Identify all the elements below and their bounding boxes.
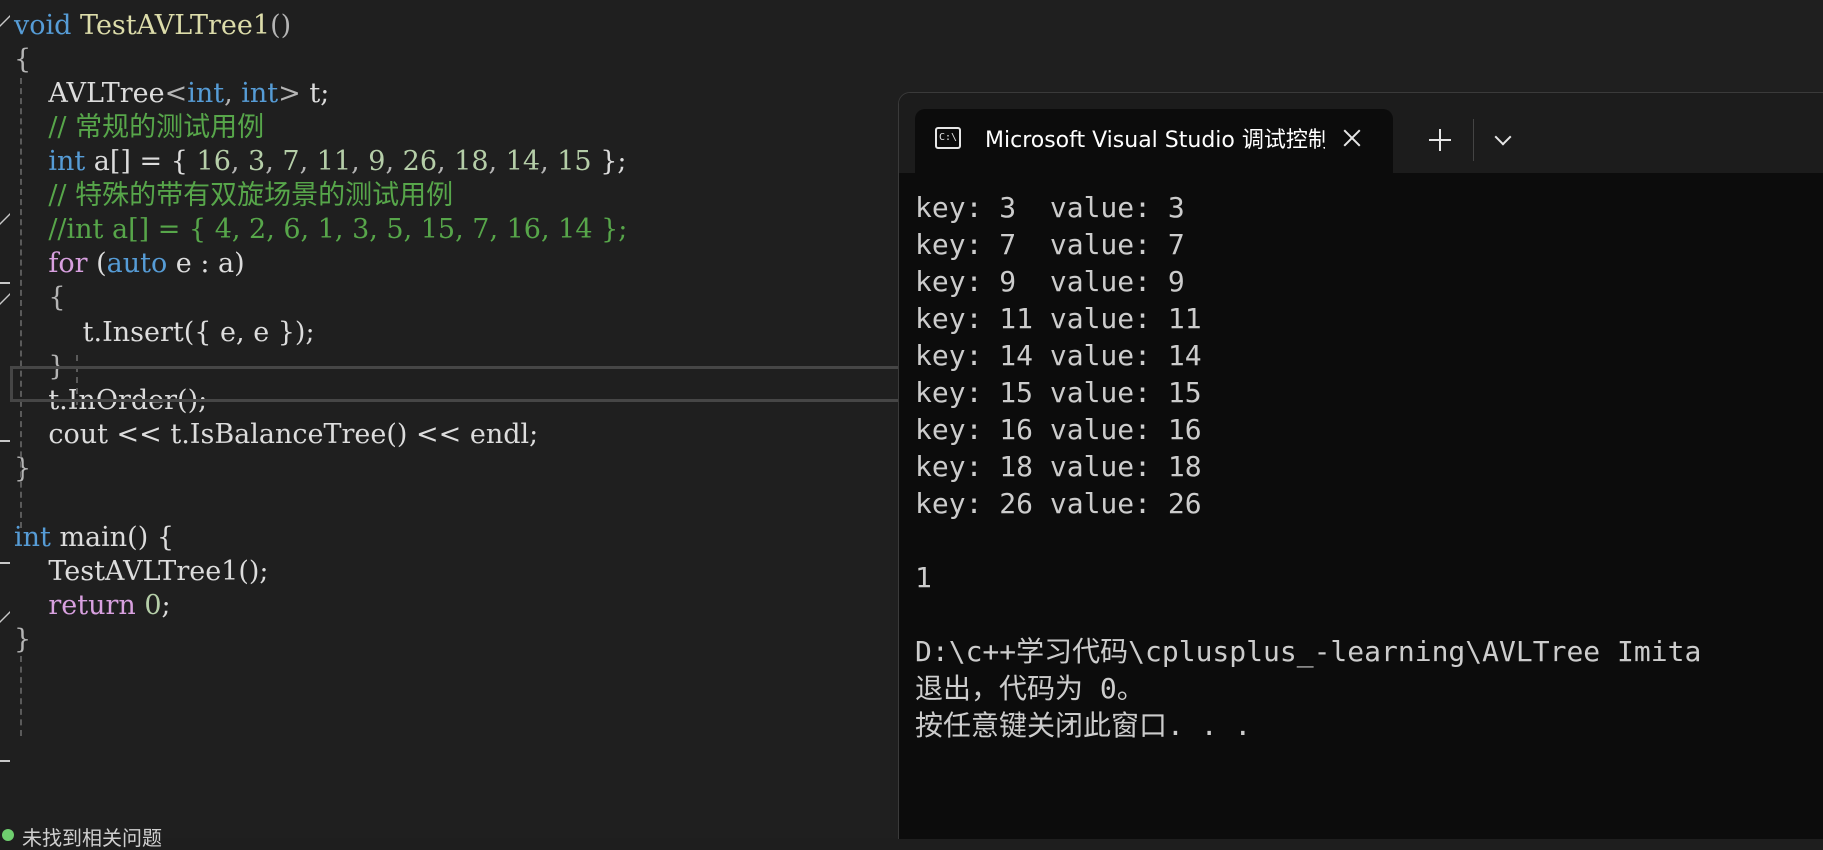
code-token: TestAVLTree1 bbox=[80, 10, 271, 41]
console-line: key: 14 value: 14 bbox=[915, 339, 1202, 372]
code-line[interactable]: return 0; bbox=[14, 586, 171, 625]
status-ok-icon bbox=[2, 829, 14, 841]
debug-console-window[interactable]: C:\ Microsoft Visual Studio 调试控制台 key: 3… bbox=[898, 92, 1823, 839]
code-token: 14 bbox=[505, 146, 541, 177]
code-token: 15 bbox=[557, 146, 592, 177]
console-line: key: 9 value: 9 bbox=[915, 265, 1185, 298]
code-token: // 常规的测试用例 bbox=[14, 112, 265, 143]
code-token: () bbox=[270, 10, 292, 41]
code-token: () << endl; bbox=[386, 419, 539, 450]
code-token: auto bbox=[106, 248, 168, 279]
code-token: 7 bbox=[282, 146, 300, 177]
code-token: e : a) bbox=[167, 248, 245, 279]
code-token: a[] = { bbox=[85, 146, 197, 177]
window-titlebar[interactable]: C:\ Microsoft Visual Studio 调试控制台 bbox=[899, 93, 1823, 173]
code-token: int bbox=[48, 146, 86, 177]
fold-end-marker bbox=[0, 440, 10, 442]
console-line: 退出，代码为 0。 bbox=[915, 672, 1145, 705]
code-token: IsBalanceTree bbox=[189, 419, 387, 450]
plus-icon[interactable] bbox=[1425, 125, 1455, 155]
code-token: 18 bbox=[454, 146, 489, 177]
code-token: //int a[] = { 4, 2, 6, 1, 3, 5, 15, 7, 1… bbox=[14, 214, 628, 245]
console-line: key: 26 value: 26 bbox=[915, 487, 1202, 520]
indent-guide bbox=[20, 656, 22, 736]
status-text: 未找到相关问题 bbox=[22, 826, 162, 850]
console-line: key: 18 value: 18 bbox=[915, 450, 1202, 483]
console-line: key: 11 value: 11 bbox=[915, 302, 1202, 335]
fold-toggle-icon[interactable] bbox=[0, 611, 10, 633]
console-line: D:\c++学习代码\cplusplus_-learning\AVLTree I… bbox=[915, 635, 1702, 668]
code-token: { bbox=[14, 44, 32, 75]
code-line[interactable]: void TestAVLTree1() bbox=[14, 6, 291, 45]
console-output[interactable]: key: 3 value: 3 key: 7 value: 7 key: 9 val… bbox=[915, 189, 1823, 744]
code-token: AVLTree bbox=[14, 78, 165, 109]
console-line: key: 16 value: 16 bbox=[915, 413, 1202, 446]
code-token: 3 bbox=[248, 146, 266, 177]
code-token: 0 bbox=[144, 590, 162, 621]
code-token: return bbox=[48, 590, 136, 621]
code-token: , bbox=[385, 146, 403, 177]
code-token: int bbox=[241, 78, 279, 109]
code-token: t. bbox=[14, 317, 103, 348]
code-token: void bbox=[14, 10, 72, 41]
console-app-icon-label: C:\ bbox=[939, 132, 958, 143]
code-token: main() { bbox=[50, 522, 175, 553]
code-token: 11 bbox=[316, 146, 352, 177]
code-token: TestAVLTree1 bbox=[14, 556, 239, 587]
tab-title: Microsoft Visual Studio 调试控制台 bbox=[985, 128, 1325, 153]
chevron-down-icon[interactable] bbox=[1489, 125, 1519, 155]
code-token: int bbox=[187, 78, 225, 109]
code-token: , bbox=[488, 146, 506, 177]
code-token: (); bbox=[238, 556, 269, 587]
console-line: 按任意键关闭此窗口. . . bbox=[915, 709, 1252, 742]
indent-guide bbox=[20, 78, 22, 528]
close-icon[interactable] bbox=[1339, 125, 1365, 151]
code-token: ({ e, e }); bbox=[183, 317, 315, 348]
console-line: 1 bbox=[915, 561, 932, 594]
console-line: key: 15 value: 15 bbox=[915, 376, 1202, 409]
code-token: , bbox=[265, 146, 283, 177]
code-token: , bbox=[230, 146, 249, 177]
current-line-highlight bbox=[10, 366, 910, 402]
code-token: 26 bbox=[402, 146, 438, 177]
code-line[interactable]: } bbox=[14, 620, 31, 659]
code-token: > bbox=[278, 78, 301, 109]
code-token: 9 bbox=[368, 146, 386, 177]
code-token: }; bbox=[591, 146, 627, 177]
fold-end-marker bbox=[0, 760, 10, 762]
fold-toggle-icon[interactable] bbox=[0, 213, 10, 235]
fold-end-marker bbox=[0, 282, 10, 284]
fold-end-marker bbox=[0, 562, 10, 564]
code-token: 16 bbox=[196, 146, 231, 177]
fold-toggle-icon[interactable] bbox=[0, 15, 10, 37]
code-token: // 特殊的带有双旋场景的测试用例 bbox=[14, 180, 454, 211]
code-line[interactable]: cout << t.IsBalanceTree() << endl; bbox=[14, 415, 538, 454]
code-token: , bbox=[224, 78, 242, 109]
code-token: } bbox=[14, 453, 32, 484]
code-line[interactable]: } bbox=[14, 449, 31, 488]
code-token: < bbox=[164, 78, 188, 109]
code-token: , bbox=[351, 146, 369, 177]
code-token: ( bbox=[87, 248, 107, 279]
code-token: } bbox=[14, 624, 32, 655]
console-app-icon: C:\ bbox=[935, 127, 961, 149]
fold-toggle-icon[interactable] bbox=[0, 293, 10, 315]
tab-debug-console[interactable]: C:\ Microsoft Visual Studio 调试控制台 bbox=[915, 109, 1393, 173]
code-token: Insert bbox=[102, 317, 184, 348]
console-line: key: 3 value: 3 bbox=[915, 191, 1185, 224]
code-token: for bbox=[48, 248, 88, 279]
code-token: cout << t. bbox=[14, 419, 190, 450]
console-line: key: 7 value: 7 bbox=[915, 228, 1185, 261]
code-token: ; bbox=[161, 590, 171, 621]
code-token: t; bbox=[300, 78, 330, 109]
code-token: , bbox=[540, 146, 558, 177]
code-token: , bbox=[437, 146, 455, 177]
titlebar-divider bbox=[1473, 119, 1474, 161]
code-token: , bbox=[299, 146, 317, 177]
